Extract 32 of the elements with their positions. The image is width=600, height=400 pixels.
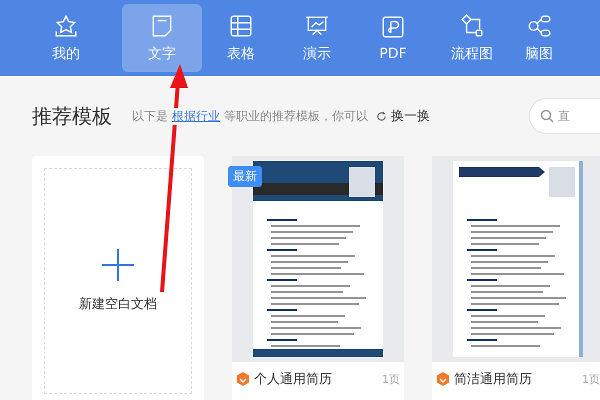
page-count: 1页 xyxy=(382,372,400,386)
nav-tab[interactable]: 表格 xyxy=(204,4,278,72)
search-field[interactable]: 直 xyxy=(529,98,600,134)
pdf-icon xyxy=(380,14,406,40)
flowchart-icon xyxy=(459,13,485,39)
template-card[interactable]: 简洁通用简历 1页 xyxy=(432,156,600,400)
mind-map-icon xyxy=(526,13,552,39)
nav-tab[interactable]: 流程图 xyxy=(432,4,512,72)
template-icon xyxy=(236,372,250,386)
nav-tab[interactable]: 演示 xyxy=(280,4,354,72)
blank-document-card[interactable]: 新建空白文档 xyxy=(32,156,204,400)
star-tray-icon xyxy=(53,13,79,39)
search-placeholder: 直 xyxy=(558,108,570,124)
suffix-text: 等职业的推荐模板，你可以 xyxy=(224,108,368,124)
refresh-icon xyxy=(376,110,387,122)
nav-tab[interactable]: 脑图 xyxy=(514,4,564,72)
nav-tab[interactable]: 我的 xyxy=(30,4,102,72)
nav-tab[interactable]: 文字 xyxy=(122,4,202,72)
table-icon xyxy=(228,13,254,39)
template-icon xyxy=(436,372,450,386)
refresh-button[interactable]: 换一换 xyxy=(376,107,430,125)
intro-text: 以下是 xyxy=(132,108,168,124)
industry-link[interactable]: 根据行业 xyxy=(172,108,220,124)
blank-document-label: 新建空白文档 xyxy=(79,296,157,313)
search-icon xyxy=(540,109,554,123)
section-title: 推荐模板 xyxy=(32,102,112,130)
template-title: 简洁通用简历 xyxy=(454,371,532,388)
new-badge: 最新 xyxy=(228,166,262,187)
plus-icon xyxy=(102,249,134,281)
page-count: 1页 xyxy=(582,372,600,386)
template-title: 个人通用简历 xyxy=(254,371,332,388)
nav-tab[interactable]: PDF xyxy=(356,4,430,72)
